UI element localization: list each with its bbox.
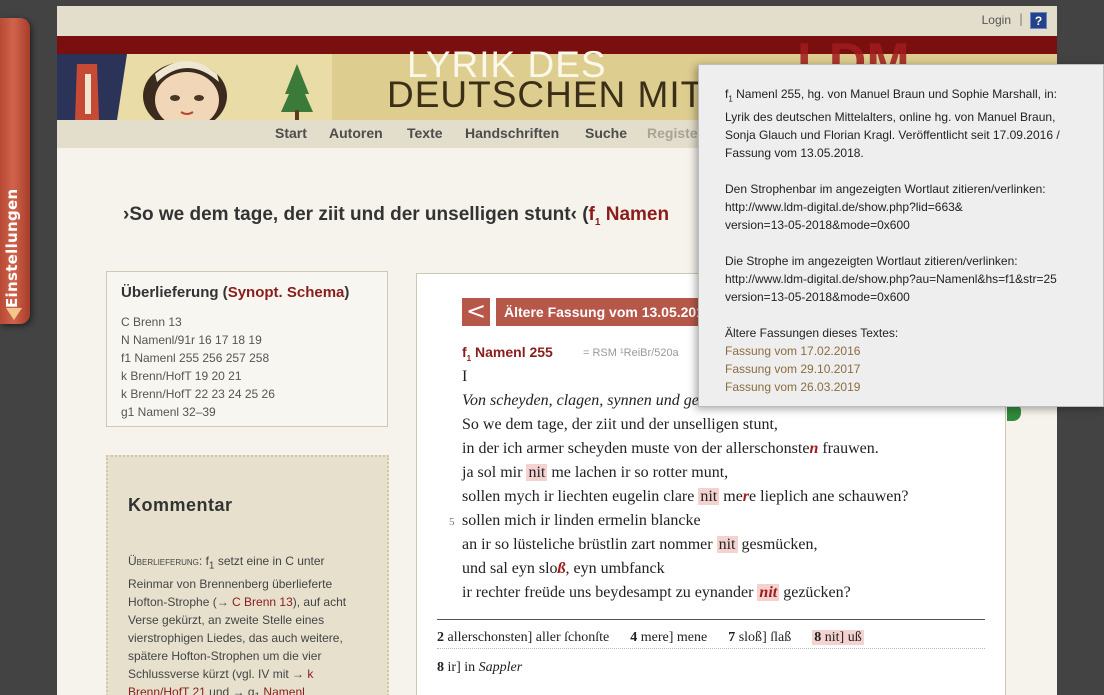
nav-autoren[interactable]: Autoren: [329, 125, 383, 141]
older-version-link[interactable]: Fassung vom 17.02.2016: [725, 342, 1103, 360]
apparatus-reading: uß: [847, 630, 862, 645]
witness-row[interactable]: k Brenn/HofT 19 20 21: [121, 367, 373, 385]
apparatus-number: 4: [630, 630, 638, 645]
strophe-cite-url[interactable]: http://www.ldm-digital.de/show.php?au=Na…: [725, 270, 1103, 288]
apparatus-lemma: nit: [824, 630, 840, 645]
ueberlieferung-title-text: Überlieferung (: [121, 284, 228, 301]
apparatus-lemma: ir: [447, 660, 457, 675]
citation-text: Namenl 255, hg. von Manuel Braun und Sop…: [732, 87, 1057, 101]
apparatus-source: Sappler: [478, 660, 523, 675]
older-version-link[interactable]: Fassung vom 29.10.2017: [725, 360, 1103, 378]
nav-start[interactable]: Start: [275, 125, 307, 141]
text-siglum: f1 Namenl 255: [462, 344, 553, 363]
verse-line: an ir so lüsteliche brüstlin zart nommer…: [462, 536, 818, 553]
text-siglum-rest: Namenl 255: [471, 344, 553, 360]
strophe-cite-label: Die Strophe im angezeigten Wortlaut ziti…: [725, 254, 1018, 269]
witness-row[interactable]: f1 Namenl 255 256 257 258: [121, 349, 373, 367]
older-version-link[interactable]: Fassung vom 26.03.2019: [725, 378, 1103, 396]
citation-line: Sonja Glauch und Florian Kragl. Veröffen…: [725, 128, 1060, 143]
ueberlieferung-title-end: ): [344, 284, 350, 301]
page-title: ›So we dem tage, der ziit und der unsell…: [123, 204, 669, 228]
kommentar-link-g1[interactable]: Namenl: [260, 685, 304, 695]
witness-row[interactable]: N Namenl/91r 16 17 18 19: [121, 331, 373, 349]
banner-illustration: [57, 54, 332, 120]
apparatus-number: 8: [814, 630, 822, 645]
apparatus-reading: ſlaß: [770, 630, 792, 645]
verse-line: sollen mych ir liechten eugelin clare ni…: [462, 488, 909, 505]
citation-line: Lyrik des deutschen Mittelalters, online…: [725, 110, 1056, 125]
nav-suche[interactable]: Suche: [585, 125, 627, 141]
bar-cite-url[interactable]: version=13-05-2018&mode=0x600: [725, 216, 1103, 234]
login-link[interactable]: Login: [982, 13, 1011, 27]
apparatus-reading: mene: [676, 630, 708, 645]
citation-line: Fassung vom 13.05.2018.: [725, 146, 864, 161]
ueberlieferung-title: Überlieferung (Synopt. Schema): [121, 284, 373, 301]
apparatus-lemma: allerschonsten: [447, 630, 528, 645]
synopt-schema-link[interactable]: Synopt. Schema: [228, 284, 345, 301]
settings-tab[interactable]: Einstellungen: [0, 18, 30, 324]
bar-cite-label: Den Strophenbar im angezeigten Wortlaut …: [725, 182, 1046, 197]
apparatus-lemma: mere: [640, 630, 669, 645]
strophe-number: I: [462, 368, 468, 385]
verse-line: sollen mich ir linden ermelin blancke: [462, 512, 701, 529]
apparatus-divider-dotted: [437, 648, 985, 649]
page-title-text: ›So we dem tage, der ziit und der unsell…: [123, 204, 589, 225]
verse-line: und sal eyn sloß, eyn umbfanck: [462, 560, 665, 577]
nav-handschriften[interactable]: Handschriften: [465, 125, 559, 141]
help-icon[interactable]: ?: [1030, 12, 1047, 29]
strophe-cite-url[interactable]: version=13-05-2018&mode=0x600: [725, 288, 1103, 306]
older-versions-label: Ältere Fassungen dieses Textes:: [725, 326, 899, 341]
kommentar-text: Überlieferung: f1 setzt eine in C unter …: [128, 552, 367, 695]
apparatus-number: 8: [437, 660, 444, 675]
triangle-icon: [6, 308, 22, 320]
citation-line: f1 Namenl 255, hg. von Manuel Braun und …: [725, 85, 1103, 108]
kommentar-link-c-brenn[interactable]: C Brenn 13: [232, 595, 293, 609]
line-number: 5: [449, 516, 455, 528]
kommentar-label: Überlieferung: [128, 554, 199, 568]
witness-row[interactable]: k Brenn/HofT 22 23 24 25 26: [121, 385, 373, 403]
back-arrow-icon[interactable]: <: [462, 298, 490, 326]
kommentar-box: Kommentar Überlieferung: f1 setzt eine i…: [106, 455, 389, 695]
settings-label: Einstellungen: [3, 188, 21, 308]
apparatus-number: 7: [728, 630, 736, 645]
citation-popover: f1 Namenl 255, hg. von Manuel Braun und …: [698, 64, 1104, 407]
apparatus-row: 2 allerschonsten] aller ſchonſte 4 mere]…: [437, 630, 864, 645]
verse-line: in der ich armer scheyden muste von der …: [462, 440, 879, 457]
kommentar-text1: : f: [198, 554, 209, 568]
verse-line: ja sol mir nit me lachen ir so rotter mu…: [462, 464, 729, 481]
kommentar-title: Kommentar: [128, 495, 233, 515]
apparatus-number: 2: [437, 630, 444, 645]
apparatus-lemma: sloß: [738, 630, 763, 645]
site-title-line2: DEUTSCHEN MITT: [387, 74, 728, 115]
topbar-separator: |: [1018, 12, 1023, 26]
verse-line: So we dem tage, der ziit und der unselli…: [462, 416, 778, 433]
apparatus-reading: in: [464, 660, 476, 675]
apparatus-reading: aller ſchonſte: [535, 630, 610, 645]
bar-cite-url[interactable]: http://www.ldm-digital.de/show.php?lid=6…: [725, 198, 1103, 216]
ueberlieferung-box: Überlieferung (Synopt. Schema) C Brenn 1…: [106, 271, 388, 427]
siglum-rest: Namen: [600, 204, 670, 225]
apparatus-divider: [437, 619, 985, 620]
nav-register[interactable]: Registe: [647, 125, 698, 141]
nav-texte[interactable]: Texte: [407, 125, 443, 141]
page-title-siglum[interactable]: f1 Namen: [589, 204, 670, 228]
rsm-reference[interactable]: = RSM ¹ReiBr/520a: [583, 347, 679, 359]
witness-row[interactable]: g1 Namenl 32–39: [121, 403, 373, 421]
apparatus-row: 8 ir] in Sappler: [437, 660, 523, 675]
kommentar-text4: und → g: [205, 685, 255, 695]
witness-row[interactable]: C Brenn 13: [121, 313, 373, 331]
verse-line: ir rechter freüde uns beydesampt zu eyna…: [462, 584, 851, 601]
